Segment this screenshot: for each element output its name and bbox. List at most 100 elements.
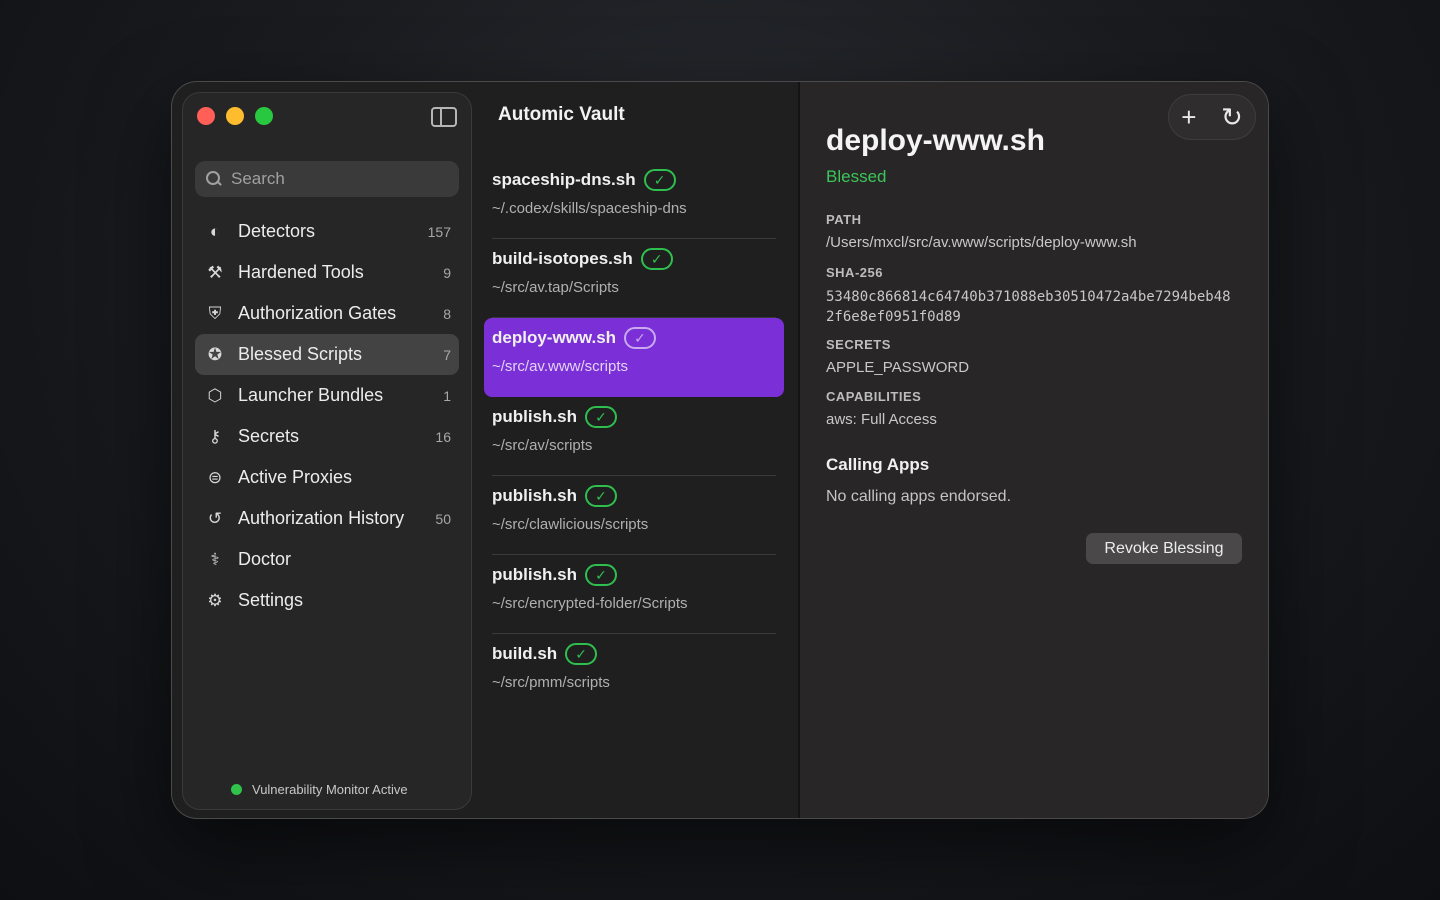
sidebar-item-count: 157 (427, 223, 451, 240)
script-name-row: build.sh ✓ (492, 643, 776, 665)
zoom-button[interactable] (255, 107, 273, 125)
sidebar-item-label: Active Proxies (238, 467, 353, 487)
blessed-check-icon: ✓ (640, 248, 673, 270)
calling-apps-empty: No calling apps endorsed. (826, 488, 1012, 505)
gear-icon: ⚙ (207, 590, 223, 610)
sha-field: SHA-256 53480c866814c64740b371088eb30510… (826, 265, 1236, 327)
path-value: /Users/mxcl/src/av.www/scripts/deploy-ww… (826, 234, 1137, 251)
secrets-label: SECRETS (826, 337, 891, 352)
sidebar-item-detectors[interactable]: ◐ Detectors 157 (195, 211, 459, 252)
blessed-check-icon: ✓ (565, 643, 598, 665)
hammer-icon: ⚒ (207, 262, 223, 282)
stethoscope-icon: ⚕ (210, 549, 220, 569)
script-path: ~/.codex/skills/spaceship-dns (492, 200, 687, 217)
blessed-status: Blessed (826, 167, 887, 186)
script-path: ~/src/av/scripts (492, 437, 593, 454)
close-button[interactable] (197, 107, 215, 125)
toolbar: + ↻ (1168, 94, 1256, 140)
cube-icon: ⬡ (207, 385, 223, 405)
sidebar-nav: ◐ Detectors 157 ⚒ Hardened Tools 9 ⛨ Authorizat… (195, 211, 459, 621)
blessed-check-icon: ✓ (624, 327, 657, 349)
script-name: publish.sh (492, 565, 577, 584)
path-label: PATH (826, 212, 862, 227)
sidebar-item-secrets[interactable]: ⚷ Secrets 16 (195, 416, 459, 457)
script-path: ~/src/av.www/scripts (492, 358, 628, 375)
sidebar-item-count: 7 (443, 346, 451, 363)
sidebar-item-active-proxies[interactable]: ⊜ Active Proxies (195, 457, 459, 498)
list-title: Automic Vault (498, 104, 625, 125)
secrets-value: APPLE_PASSWORD (826, 359, 970, 376)
script-name-row: publish.sh ✓ (492, 485, 776, 507)
script-row[interactable]: publish.sh ✓ ~/src/clawlicious/scripts (484, 476, 784, 555)
sidebar-item-label: Doctor (238, 549, 292, 569)
script-row[interactable]: deploy-www.sh ✓ ~/src/av.www/scripts (484, 318, 784, 397)
sidebar-item-blessed-scripts[interactable]: ✪ Blessed Scripts 7 (195, 334, 459, 375)
script-row[interactable]: spaceship-dns.sh ✓ ~/.codex/skills/spacesh… (484, 160, 784, 239)
sidebar-item-settings[interactable]: ⚙ Settings (195, 580, 459, 621)
blessed-check-icon: ✓ (643, 169, 676, 191)
sidebar-item-authorization-gates[interactable]: ⛨ Authorization Gates 8 (195, 293, 459, 334)
search-field[interactable]: Search (195, 161, 459, 197)
sidebar-item-count: 50 (435, 510, 451, 527)
search-icon (205, 170, 223, 188)
key-icon: ⚷ (208, 426, 222, 446)
calling-apps-heading: Calling Apps (826, 455, 930, 474)
sidebar-item-label: Detectors (238, 221, 316, 241)
sidebar-item-count: 16 (435, 428, 451, 445)
script-list: spaceship-dns.sh ✓ ~/.codex/skills/spacesh… (484, 160, 784, 713)
script-name: build.sh (492, 644, 558, 663)
shield-icon: ⛨ (208, 303, 222, 323)
status-footer: Vulnerability Monitor Active (231, 782, 408, 797)
script-name: build-isotopes.sh (492, 249, 633, 268)
script-name: publish.sh (492, 407, 577, 426)
sha-value: 53480c866814c64740b371088eb30510472a4be7… (826, 289, 1231, 325)
sidebar-item-label: Hardened Tools (238, 262, 364, 282)
search-placeholder[interactable]: Search (231, 169, 285, 189)
detector-icon: ◐ (209, 221, 221, 241)
script-name-row: deploy-www.sh ✓ (492, 327, 776, 349)
script-name: publish.sh (492, 486, 577, 505)
sidebar-item-doctor[interactable]: ⚕ Doctor (195, 539, 459, 580)
script-name-row: publish.sh ✓ (492, 564, 776, 586)
proxy-icon: ⊜ (207, 467, 223, 487)
secrets-field: SECRETS APPLE_PASSWORD (826, 337, 969, 376)
sidebar: Search ◐ Detectors 157 ⚒ Hardened Tools 9 ⛨ Aut… (182, 92, 472, 810)
history-icon: ↺ (207, 508, 223, 528)
script-name-row: build-isotopes.sh ✓ (492, 248, 776, 270)
app-window: Search ◐ Detectors 157 ⚒ Hardened Tools 9 ⛨ Aut… (171, 81, 1269, 819)
seal-check-icon: ✪ (207, 344, 223, 364)
script-row[interactable]: publish.sh ✓ ~/src/av/scripts (484, 397, 784, 476)
sidebar-item-count: 1 (443, 387, 451, 404)
blessed-check-icon: ✓ (585, 406, 617, 428)
script-row[interactable]: build.sh ✓ ~/src/pmm/scripts (484, 634, 784, 713)
script-row[interactable]: build-isotopes.sh ✓ ~/src/av.tap/Scripts (484, 239, 784, 318)
sidebar-item-launcher-bundles[interactable]: ⬡ Launcher Bundles 1 (195, 375, 459, 416)
detail-pane: + ↻ deploy-www.sh Blessed PATH /Users/mx… (800, 82, 1268, 818)
sha-label: SHA-256 (826, 265, 883, 280)
sidebar-toggle-icon[interactable] (431, 107, 457, 127)
refresh-icon[interactable]: ↻ (1221, 104, 1243, 130)
capabilities-label: CAPABILITIES (826, 389, 922, 404)
revoke-blessing-button[interactable]: Revoke Blessing (1086, 533, 1242, 564)
script-row[interactable]: publish.sh ✓ ~/src/encrypted-folder/Script… (484, 555, 784, 634)
script-name-row: spaceship-dns.sh ✓ (492, 169, 776, 191)
minimize-button[interactable] (226, 107, 244, 125)
detail-title: deploy-www.sh (826, 124, 1045, 157)
capabilities-field: CAPABILITIES aws: Full Access (826, 389, 937, 428)
script-list-pane: Automic Vault spaceship-dns.sh ✓ ~/.codex/… (472, 82, 798, 818)
blessed-check-icon: ✓ (585, 564, 617, 586)
sidebar-item-authorization-history[interactable]: ↺ Authorization History 50 (195, 498, 459, 539)
sidebar-item-count: 8 (443, 305, 451, 322)
sidebar-item-hardened-tools[interactable]: ⚒ Hardened Tools 9 (195, 252, 459, 293)
script-name: deploy-www.sh (492, 328, 617, 347)
add-icon[interactable]: + (1181, 104, 1196, 130)
script-path: ~/src/encrypted-folder/Scripts (492, 595, 688, 612)
script-path: ~/src/clawlicious/scripts (492, 516, 649, 533)
script-path: ~/src/pmm/scripts (492, 674, 610, 691)
status-text: Vulnerability Monitor Active (252, 782, 408, 797)
sidebar-item-label: Secrets (238, 426, 300, 446)
sidebar-item-label: Blessed Scripts (238, 344, 363, 364)
sidebar-item-count: 9 (443, 264, 451, 281)
script-name-row: publish.sh ✓ (492, 406, 776, 428)
sidebar-item-label: Authorization Gates (238, 303, 397, 323)
